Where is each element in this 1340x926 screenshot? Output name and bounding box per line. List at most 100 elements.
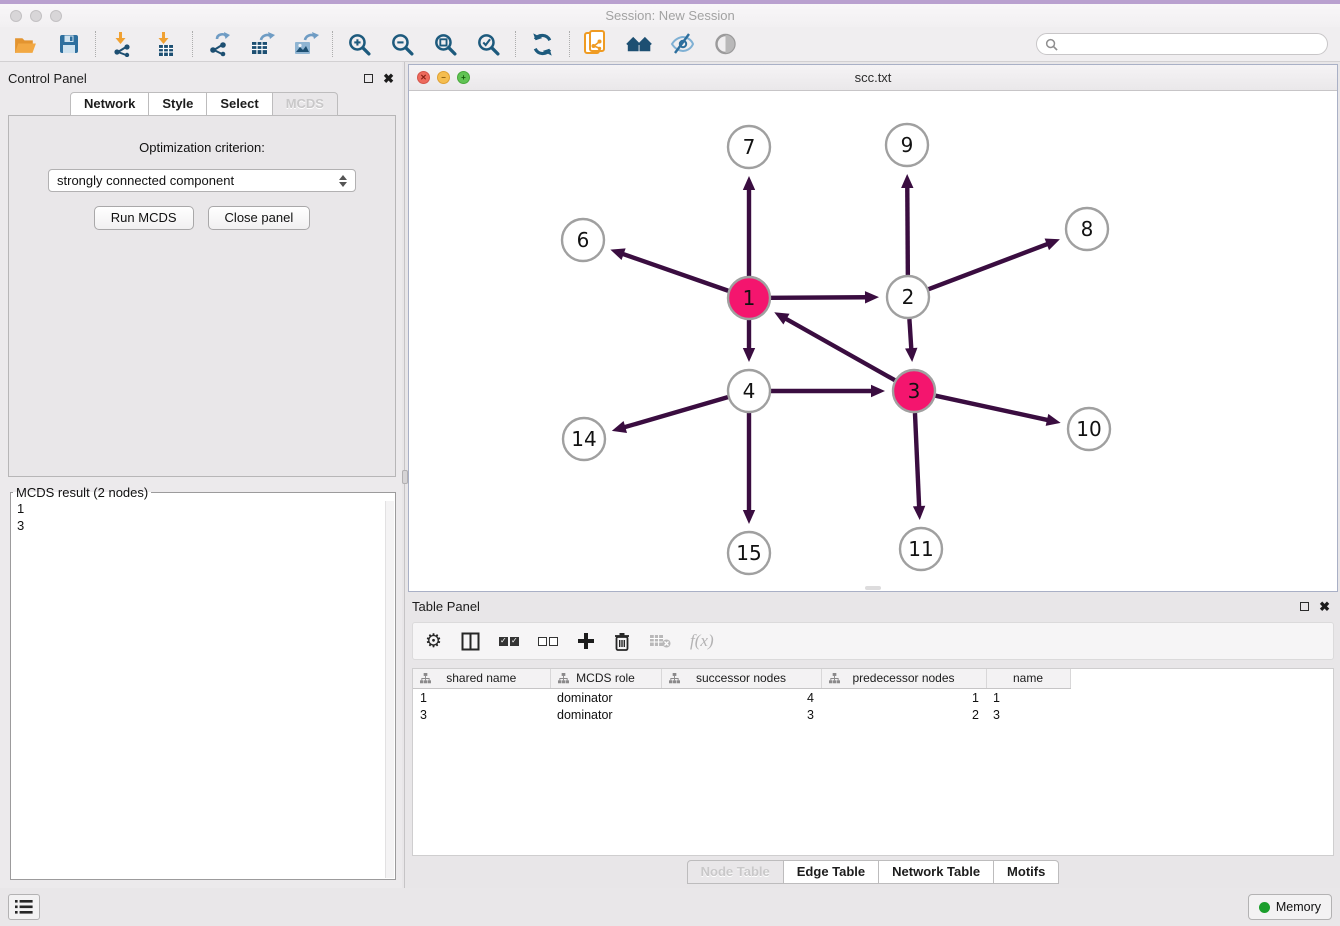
node-table[interactable]: shared name MCDS role successor nodes pr… xyxy=(412,668,1334,856)
cell-shared-name[interactable]: 1 xyxy=(413,688,550,706)
graph-arrowhead xyxy=(743,510,755,524)
tab-mcds[interactable]: MCDS xyxy=(273,92,338,116)
close-table-panel-icon[interactable]: ✖ xyxy=(1319,600,1330,613)
export-network-button[interactable] xyxy=(206,31,233,58)
graph-node-15[interactable]: 15 xyxy=(728,532,770,574)
graph-node-2[interactable]: 2 xyxy=(887,276,929,318)
graph-node-9[interactable]: 9 xyxy=(886,124,928,166)
import-network-button[interactable] xyxy=(109,31,136,58)
run-mcds-button[interactable]: Run MCDS xyxy=(94,206,194,230)
close-mcds-panel-button[interactable]: Close panel xyxy=(208,206,311,230)
graph-edge-4-14[interactable] xyxy=(623,397,728,427)
splitter-handle[interactable] xyxy=(402,470,408,484)
hide-selected-button[interactable] xyxy=(669,31,696,58)
graph-node-6[interactable]: 6 xyxy=(562,219,604,261)
cell-mcds-role[interactable]: dominator xyxy=(550,706,661,723)
graph-edge-3-1[interactable] xyxy=(785,318,895,380)
table-row[interactable]: 1 dominator 4 1 1 xyxy=(413,688,1070,706)
tab-node-table[interactable]: Node Table xyxy=(687,860,784,884)
svg-text:10: 10 xyxy=(1076,417,1101,441)
column-header-shared-name[interactable]: shared name xyxy=(413,669,550,688)
tab-style[interactable]: Style xyxy=(149,92,207,116)
float-panel-icon[interactable] xyxy=(364,74,373,83)
graph-arrowhead xyxy=(901,174,913,188)
graph-edge-1-2[interactable] xyxy=(771,297,867,298)
toolbar-separator xyxy=(192,31,193,57)
tab-network-table[interactable]: Network Table xyxy=(879,860,994,884)
zoom-in-icon xyxy=(347,32,372,57)
toolbar-separator xyxy=(515,31,516,57)
column-header-mcds-role[interactable]: MCDS role xyxy=(550,669,661,688)
graph-edge-2-3[interactable] xyxy=(909,319,911,350)
global-search-field[interactable] xyxy=(1036,33,1328,55)
graph-arrowhead xyxy=(905,348,917,362)
select-all-columns-button[interactable] xyxy=(499,629,519,653)
graph-node-14[interactable]: 14 xyxy=(563,418,605,460)
column-header-name[interactable]: name xyxy=(986,669,1070,688)
network-close-button[interactable]: ✕ xyxy=(417,71,430,84)
network-window-titlebar[interactable]: ✕ − + scc.txt xyxy=(409,65,1337,91)
network-maximize-button[interactable]: + xyxy=(457,71,470,84)
cell-name[interactable]: 3 xyxy=(986,706,1070,723)
task-history-button[interactable] xyxy=(8,894,40,920)
cell-predecessor-nodes[interactable]: 2 xyxy=(821,706,986,723)
cell-successor-nodes[interactable]: 4 xyxy=(661,688,821,706)
close-panel-icon[interactable]: ✖ xyxy=(383,72,394,85)
network-canvas[interactable]: 7 9 6 8 1 2 4 3 14 10 15 11 xyxy=(409,91,1337,591)
column-header-successor-nodes[interactable]: successor nodes xyxy=(661,669,821,688)
graph-edge-2-9[interactable] xyxy=(907,186,908,275)
graph-edge-2-8[interactable] xyxy=(929,244,1049,290)
zoom-fit-button[interactable] xyxy=(432,31,459,58)
refresh-icon xyxy=(530,32,555,57)
open-session-button[interactable] xyxy=(12,31,39,58)
cell-successor-nodes[interactable]: 3 xyxy=(661,706,821,723)
graph-node-8[interactable]: 8 xyxy=(1066,208,1108,250)
tab-edge-table[interactable]: Edge Table xyxy=(784,860,879,884)
add-column-button[interactable] xyxy=(577,629,595,653)
memory-button[interactable]: Memory xyxy=(1248,894,1332,920)
tab-select[interactable]: Select xyxy=(207,92,272,116)
cell-shared-name[interactable]: 3 xyxy=(413,706,550,723)
unselect-all-columns-button[interactable] xyxy=(538,629,558,653)
network-resize-handle[interactable] xyxy=(865,586,881,590)
graph-edge-1-6[interactable] xyxy=(622,254,729,291)
network-minimize-button[interactable]: − xyxy=(437,71,450,84)
save-session-button[interactable] xyxy=(55,31,82,58)
cell-mcds-role[interactable]: dominator xyxy=(550,688,661,706)
tab-motifs[interactable]: Motifs xyxy=(994,860,1059,884)
search-input[interactable] xyxy=(1062,37,1319,51)
criterion-select[interactable]: strongly connected component xyxy=(48,169,356,192)
export-image-button[interactable] xyxy=(292,31,319,58)
panel-splitter[interactable] xyxy=(402,62,408,888)
clone-network-button[interactable] xyxy=(583,31,610,58)
float-table-panel-icon[interactable] xyxy=(1300,602,1309,611)
zoom-in-button[interactable] xyxy=(346,31,373,58)
zoom-selected-button[interactable] xyxy=(475,31,502,58)
table-settings-button[interactable]: ⚙ xyxy=(425,629,442,653)
apply-layout-button[interactable] xyxy=(529,31,556,58)
show-columns-button[interactable] xyxy=(461,629,480,653)
tab-network[interactable]: Network xyxy=(70,92,149,116)
graph-node-4[interactable]: 4 xyxy=(728,370,770,412)
import-table-button[interactable] xyxy=(152,31,179,58)
first-neighbors-button[interactable] xyxy=(626,31,653,58)
namespace-icon xyxy=(669,673,680,687)
cell-name[interactable]: 1 xyxy=(986,688,1070,706)
graph-node-3[interactable]: 3 xyxy=(893,370,935,412)
result-scrollbar[interactable] xyxy=(385,501,394,878)
graph-node-7[interactable]: 7 xyxy=(728,126,770,168)
table-row[interactable]: 3 dominator 3 2 3 xyxy=(413,706,1070,723)
column-header-predecessor-nodes[interactable]: predecessor nodes xyxy=(821,669,986,688)
graph-edge-3-11[interactable] xyxy=(915,413,919,508)
zoom-out-button[interactable] xyxy=(389,31,416,58)
export-table-button[interactable] xyxy=(249,31,276,58)
graph-node-1[interactable]: 1 xyxy=(728,277,770,319)
graph-node-10[interactable]: 10 xyxy=(1068,408,1110,450)
svg-text:15: 15 xyxy=(736,541,761,565)
graph-edge-3-10[interactable] xyxy=(935,396,1048,421)
delete-column-button[interactable] xyxy=(614,629,630,653)
graph-node-11[interactable]: 11 xyxy=(900,528,942,570)
select-stepper-icon xyxy=(339,175,347,187)
cell-predecessor-nodes[interactable]: 1 xyxy=(821,688,986,706)
show-graphics-details-button[interactable] xyxy=(712,31,739,58)
